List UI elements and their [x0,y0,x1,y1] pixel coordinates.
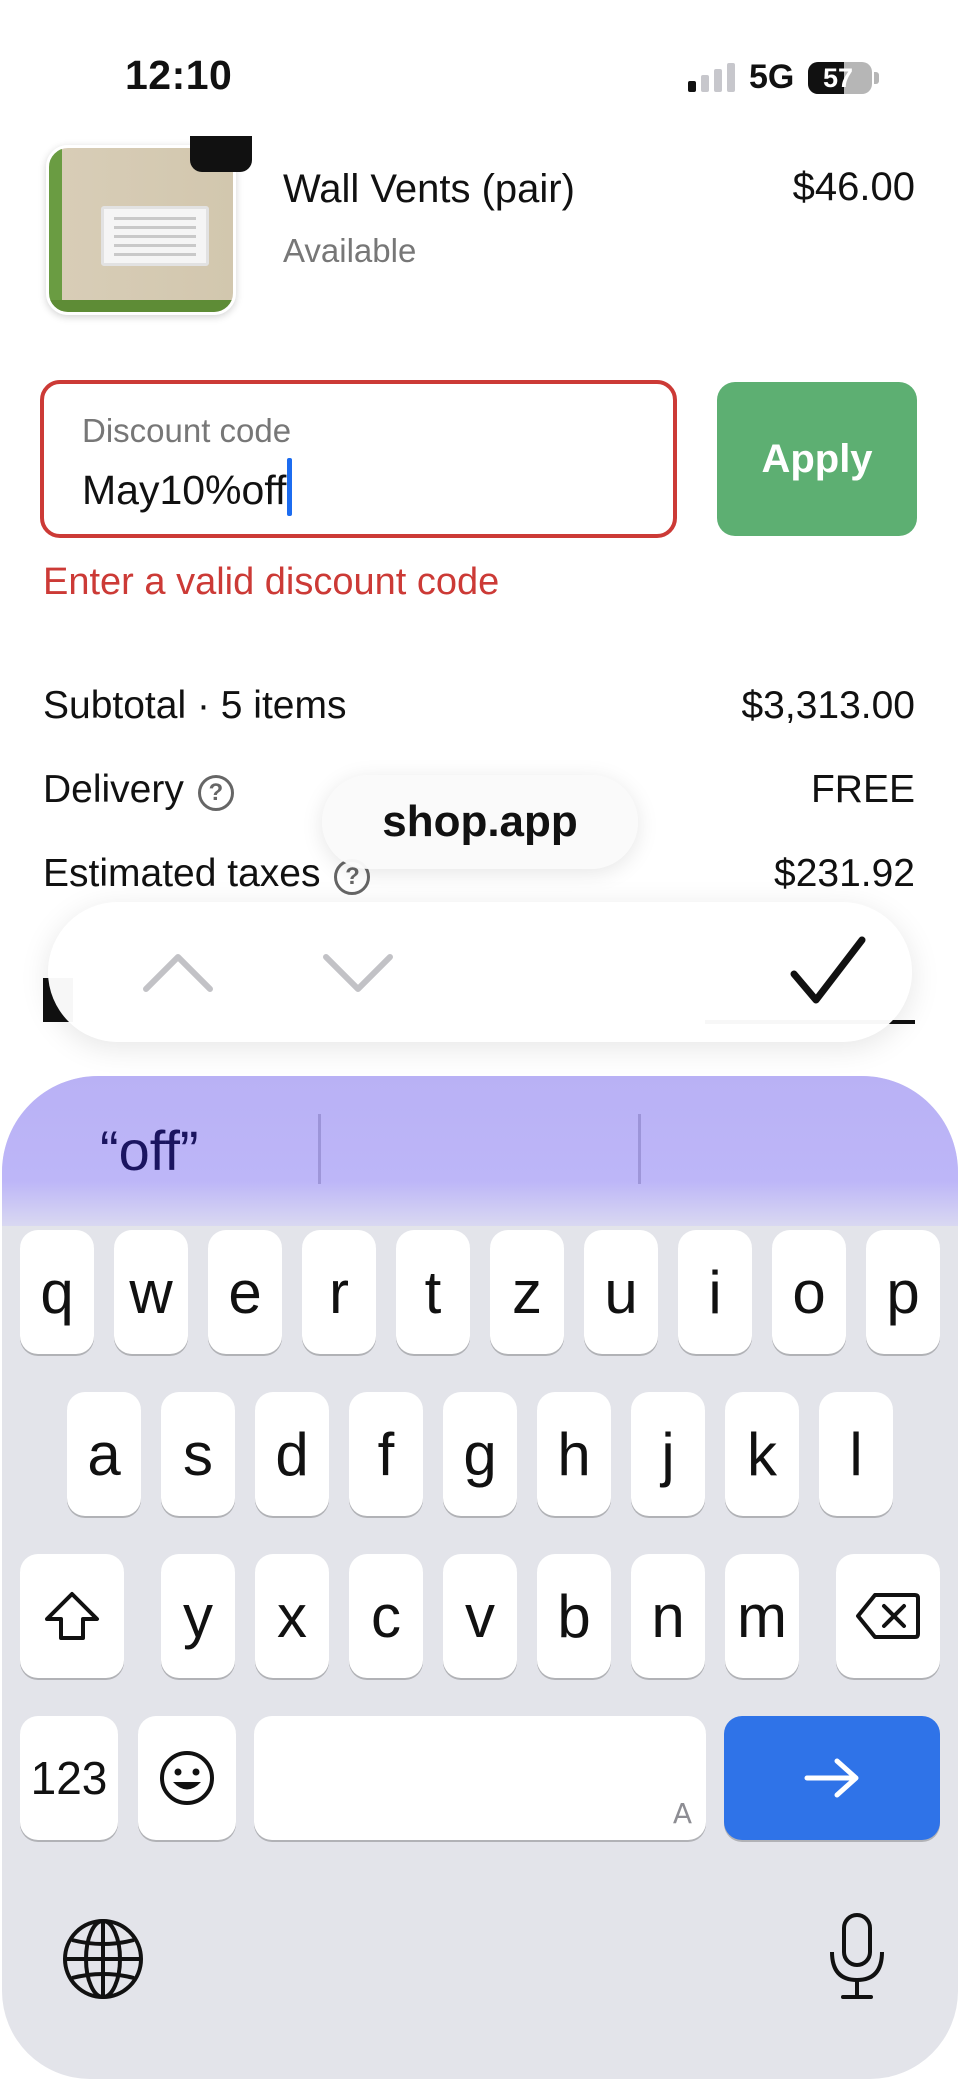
key-g[interactable]: g [443,1392,517,1516]
keyboard: “off” q w e r t z u i o p a s d f g h j … [2,1076,958,2079]
suggestion-divider [638,1114,641,1184]
key-n[interactable]: n [631,1554,705,1678]
key-m[interactable]: m [725,1554,799,1678]
suggestion-1[interactable]: “off” [100,1118,199,1183]
product-price: $46.00 [792,165,915,209]
chevron-up-icon[interactable] [128,932,228,1012]
key-x[interactable]: x [255,1554,329,1678]
arrow-right-icon [804,1758,859,1798]
key-u[interactable]: u [584,1230,658,1354]
delivery-help-icon[interactable]: ? [197,775,234,811]
key-p[interactable]: p [866,1230,940,1354]
product-availability: Available [283,232,417,269]
form-navigation-toolbar [48,902,912,1042]
key-i[interactable]: i [678,1230,752,1354]
battery-level: 57 [822,63,854,93]
shift-key[interactable] [20,1554,124,1678]
checkmark-icon[interactable] [778,932,878,1012]
delivery-row: Delivery? [43,768,234,812]
product-name: Wall Vents (pair) [283,167,575,211]
key-v[interactable]: v [443,1554,517,1678]
key-f[interactable]: f [349,1392,423,1516]
discount-code-value: May10%off [82,467,287,513]
chevron-down-icon[interactable] [308,932,408,1012]
discount-error-message: Enter a valid discount code [43,561,500,603]
emoji-icon [160,1751,214,1805]
globe-icon[interactable] [60,1916,146,2002]
space-key-hint: A [672,1797,692,1830]
discount-code-label: Discount code [82,412,292,449]
network-type: 5G [749,58,795,96]
key-s[interactable]: s [161,1392,235,1516]
cellular-signal-icon [688,62,736,92]
subtotal-label: Subtotal · 5 items [43,684,347,727]
subtotal-value: $3,313.00 [741,684,915,727]
key-l[interactable]: l [819,1392,893,1516]
suggestion-divider [318,1114,321,1184]
text-caret [287,458,293,516]
discount-code-input[interactable]: May10%off [82,458,293,516]
delivery-label: Delivery [43,768,184,811]
emoji-key[interactable] [138,1716,236,1840]
key-h[interactable]: h [537,1392,611,1516]
shift-icon [45,1592,99,1640]
key-j[interactable]: j [631,1392,705,1516]
key-w[interactable]: w [114,1230,188,1354]
key-r[interactable]: r [302,1230,376,1354]
key-t[interactable]: t [396,1230,470,1354]
microphone-icon[interactable] [822,1910,892,2004]
key-d[interactable]: d [255,1392,329,1516]
suggestion-bar: “off” [2,1076,958,1226]
delivery-value: FREE [810,768,915,811]
apply-button[interactable]: Apply [717,382,917,536]
wall-vent-icon [101,206,209,266]
key-b[interactable]: b [537,1554,611,1678]
key-o[interactable]: o [772,1230,846,1354]
key-y[interactable]: y [161,1554,235,1678]
status-time: 12:10 [125,52,233,98]
go-key[interactable] [724,1716,940,1840]
battery-tip [874,72,879,84]
taxes-label: Estimated taxes [43,852,321,895]
key-k[interactable]: k [725,1392,799,1516]
discount-code-field[interactable]: Discount code May10%off [40,380,677,538]
taxes-row: Estimated taxes? [43,852,371,896]
delete-key[interactable] [836,1554,940,1678]
numbers-key[interactable]: 123 [20,1716,118,1840]
key-z[interactable]: z [490,1230,564,1354]
browser-url-pill[interactable]: shop.app [322,775,638,869]
battery-icon: 57 [808,62,872,94]
quantity-badge [190,136,252,172]
key-q[interactable]: q [20,1230,94,1354]
space-key[interactable]: A [254,1716,706,1840]
key-c[interactable]: c [349,1554,423,1678]
key-a[interactable]: a [67,1392,141,1516]
key-e[interactable]: e [208,1230,282,1354]
checkout-screen: 12:10 5G 57 Wall Vents (pair) Available … [0,0,960,2079]
backspace-icon [856,1593,920,1639]
taxes-value: $231.92 [774,852,915,895]
